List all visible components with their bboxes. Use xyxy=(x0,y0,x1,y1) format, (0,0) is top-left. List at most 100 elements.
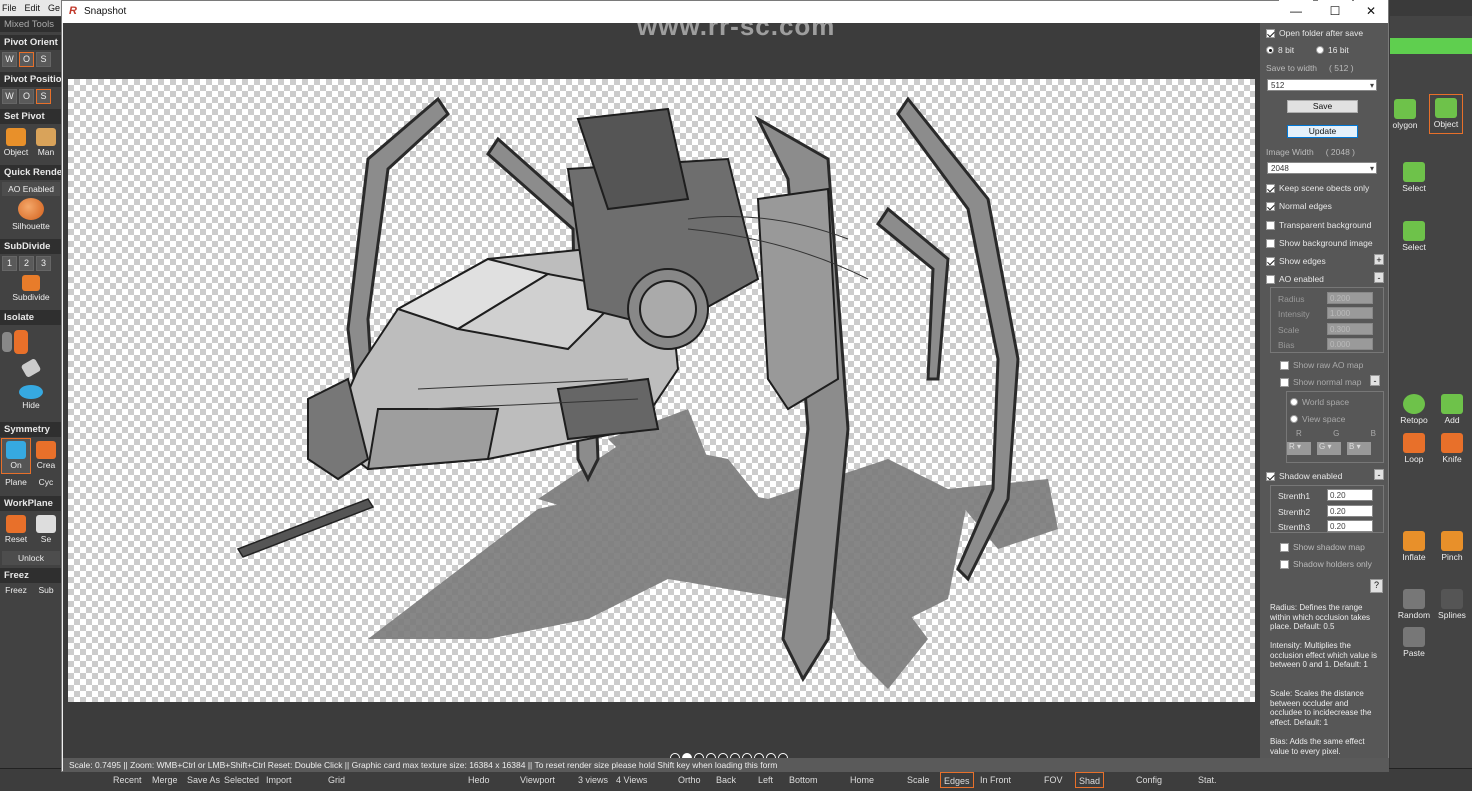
green-mode-bar[interactable] xyxy=(1390,38,1472,54)
symmetry-on-button[interactable]: On xyxy=(1,438,31,474)
ao-collapse-button[interactable]: - xyxy=(1374,272,1384,283)
menu-edit[interactable]: Edit xyxy=(25,3,41,13)
world-space-radio[interactable] xyxy=(1290,398,1298,406)
transparent-bg-checkbox[interactable] xyxy=(1266,220,1275,230)
loop-button[interactable]: Loop xyxy=(1397,430,1431,470)
ao-enabled-option[interactable]: AO enabled xyxy=(1266,274,1324,284)
show-shadow-map-checkbox[interactable] xyxy=(1280,542,1289,552)
keep-scene-option[interactable]: Keep scene obects only xyxy=(1266,183,1369,193)
pivot-orient-w-button[interactable]: W xyxy=(2,52,17,67)
shadow-holders-checkbox[interactable] xyxy=(1280,559,1289,569)
stat-button[interactable]: Stat. xyxy=(1196,772,1219,788)
show-raw-ao-checkbox[interactable] xyxy=(1280,360,1289,370)
ao-enabled-checkbox[interactable] xyxy=(1266,274,1275,284)
show-bg-image-option[interactable]: Show background image xyxy=(1266,238,1373,248)
subdivide-level-3-button[interactable]: 3 xyxy=(36,256,51,271)
radius-input[interactable]: 0.200 xyxy=(1327,292,1373,304)
back-view-button[interactable]: Back xyxy=(714,772,738,788)
render-canvas-area[interactable]: www.rr-sc.com xyxy=(63,11,1260,763)
menu-geometry[interactable]: Ge xyxy=(48,3,60,13)
pivot-position-w-button[interactable]: W xyxy=(2,89,17,104)
figure-grey-icon[interactable] xyxy=(2,332,12,352)
three-views-button[interactable]: 3 views xyxy=(576,772,610,788)
pivot-position-s-button[interactable]: S xyxy=(36,89,51,104)
normal-map-collapse-button[interactable]: - xyxy=(1370,375,1380,386)
shadow-collapse-button[interactable]: - xyxy=(1374,469,1384,480)
show-edges-option[interactable]: Show edges xyxy=(1266,256,1326,266)
save-width-select[interactable]: 512 ▾ xyxy=(1267,79,1377,91)
shad-button[interactable]: Shad xyxy=(1075,772,1105,788)
shadow-holders-option[interactable]: Shadow holders only xyxy=(1280,559,1372,569)
in-front-button[interactable]: In Front xyxy=(978,772,1013,788)
recent-button[interactable]: Recent xyxy=(111,772,144,788)
set-pivot-object-button[interactable]: Object xyxy=(2,126,30,160)
subdivide-button[interactable]: Subdivide xyxy=(3,275,59,307)
render-preview[interactable] xyxy=(68,79,1255,702)
shadow-enabled-checkbox[interactable] xyxy=(1266,471,1275,481)
show-shadow-map-option[interactable]: Show shadow map xyxy=(1280,542,1365,552)
open-folder-option[interactable]: Open folder after save xyxy=(1266,28,1363,38)
transparent-bg-option[interactable]: Transparent background xyxy=(1266,220,1371,230)
g-select[interactable]: G ▾ xyxy=(1317,442,1341,455)
sub-button[interactable]: Sub xyxy=(32,585,60,599)
bit8-radio[interactable] xyxy=(1266,46,1274,54)
eraser-button[interactable] xyxy=(3,357,59,383)
knife-button[interactable]: Knife xyxy=(1435,430,1469,470)
object-mode-button[interactable]: Object xyxy=(1429,94,1463,134)
splines-button[interactable]: Splines xyxy=(1435,586,1469,626)
redo-button[interactable]: Hedo xyxy=(466,772,492,788)
scale-input[interactable]: 0.300 xyxy=(1327,323,1373,335)
fov-button[interactable]: FOV xyxy=(1042,772,1065,788)
freez-button[interactable]: Freez xyxy=(2,585,30,599)
bit8-option[interactable]: 8 bit xyxy=(1266,45,1294,55)
four-views-button[interactable]: 4 Views xyxy=(614,772,649,788)
normal-edges-checkbox[interactable] xyxy=(1266,201,1275,211)
show-raw-ao-option[interactable]: Show raw AO map xyxy=(1280,360,1363,370)
subdivide-level-1-button[interactable]: 1 xyxy=(2,256,17,271)
strenth3-input[interactable]: 0.20 xyxy=(1327,520,1373,532)
view-space-radio[interactable] xyxy=(1290,415,1298,423)
bit16-radio[interactable] xyxy=(1316,46,1324,54)
open-folder-checkbox[interactable] xyxy=(1266,28,1275,38)
menu-file[interactable]: File xyxy=(2,3,17,13)
save-button[interactable]: Save xyxy=(1287,100,1358,113)
show-normal-map-checkbox[interactable] xyxy=(1280,377,1289,387)
left-view-button[interactable]: Left xyxy=(756,772,775,788)
workplane-set-button[interactable]: Se xyxy=(32,513,60,547)
home-button[interactable]: Home xyxy=(848,772,876,788)
select-button-2[interactable]: Select xyxy=(1397,218,1431,258)
bit16-option[interactable]: 16 bit xyxy=(1316,45,1349,55)
save-as-button[interactable]: Save As xyxy=(185,772,222,788)
polygon-button[interactable]: olygon xyxy=(1388,96,1422,136)
viewport-button[interactable]: Viewport xyxy=(518,772,557,788)
pivot-orient-o-button[interactable]: O xyxy=(19,52,34,67)
select-button-1[interactable]: Select xyxy=(1397,159,1431,199)
add-button[interactable]: Add xyxy=(1435,391,1469,431)
scale-button[interactable]: Scale xyxy=(905,772,932,788)
show-edges-expand-button[interactable]: + xyxy=(1374,254,1384,265)
import-button[interactable]: Import xyxy=(264,772,294,788)
intensity-input[interactable]: 1.000 xyxy=(1327,307,1373,319)
paste-button[interactable]: Paste xyxy=(1397,624,1431,664)
workplane-reset-button[interactable]: Reset xyxy=(2,513,30,547)
b-select[interactable]: B ▾ xyxy=(1347,442,1371,455)
edges-button[interactable]: Edges xyxy=(940,772,974,788)
show-bg-image-checkbox[interactable] xyxy=(1266,238,1275,248)
update-button[interactable]: Update xyxy=(1287,125,1358,138)
bottom-view-button[interactable]: Bottom xyxy=(787,772,820,788)
pivot-position-o-button[interactable]: O xyxy=(19,89,34,104)
window-maximize-button[interactable]: ☐ xyxy=(1318,0,1352,22)
set-pivot-manual-button[interactable]: Man xyxy=(32,126,60,160)
subdivide-level-2-button[interactable]: 2 xyxy=(19,256,34,271)
silhouette-button[interactable]: Silhouette xyxy=(3,198,59,236)
figure-orange-icon[interactable] xyxy=(14,330,28,354)
inflate-button[interactable]: Inflate xyxy=(1397,528,1431,568)
retopo-button[interactable]: Retopo xyxy=(1397,391,1431,431)
help-button[interactable]: ? xyxy=(1370,579,1383,593)
unlock-button[interactable]: Unlock xyxy=(2,551,60,565)
ortho-button[interactable]: Ortho xyxy=(676,772,703,788)
strenth1-input[interactable]: 0.20 xyxy=(1327,489,1373,501)
selected-button[interactable]: Selected xyxy=(222,772,261,788)
bias-input[interactable]: 0.000 xyxy=(1327,338,1373,350)
world-space-option[interactable]: World space xyxy=(1290,397,1349,407)
